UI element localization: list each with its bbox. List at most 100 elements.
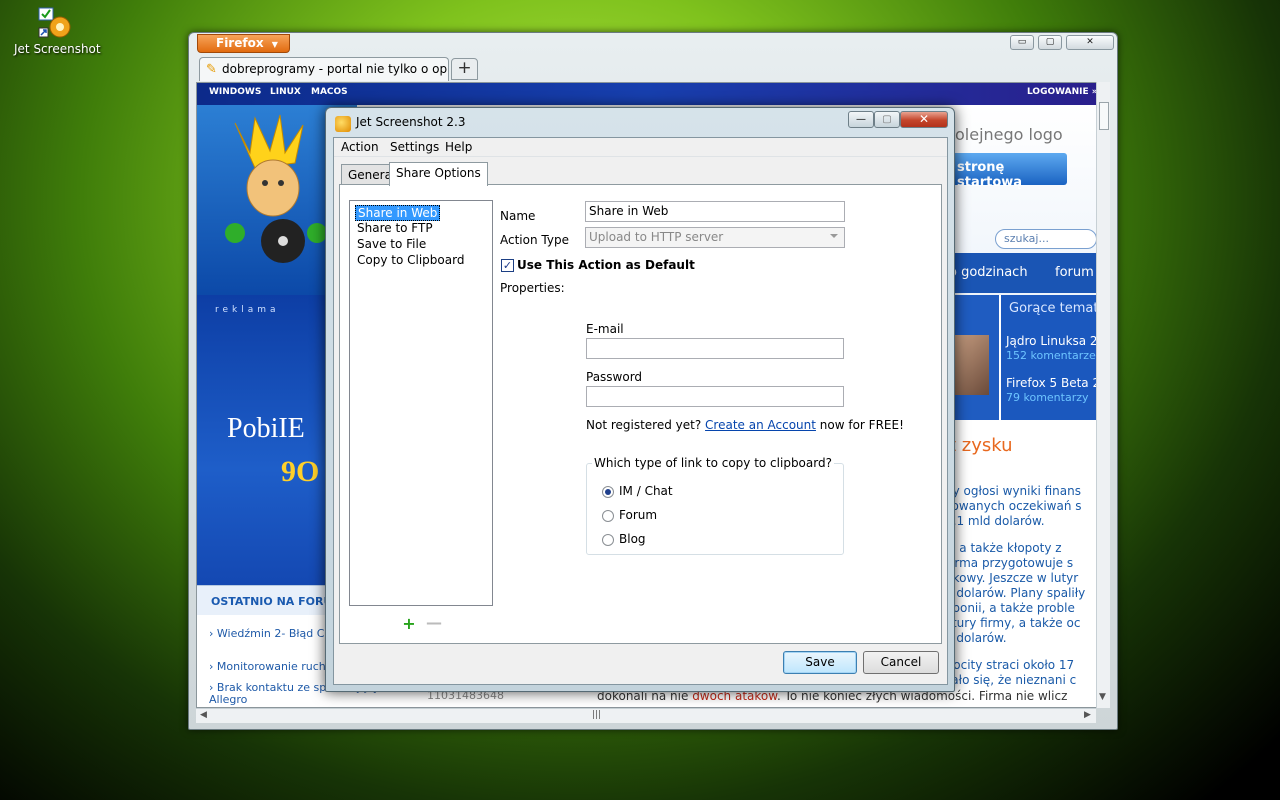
ad-label: reklama [215,305,280,315]
menu-action[interactable]: Action [341,140,379,154]
scroll-down-icon[interactable]: ▼ [1099,692,1106,702]
article-text: riocity straci około 17 [945,658,1075,672]
radio-blog[interactable] [602,534,614,546]
maximize-icon: ▢ [882,114,892,125]
tab-share-options[interactable]: Share Options [389,162,488,186]
minus-icon: — [426,613,442,632]
scroll-thumb[interactable] [1098,102,1109,130]
action-item-share-in-web[interactable]: Share in Web [355,205,441,221]
menu-settings[interactable]: Settings [390,140,439,154]
ad-headline: PobiIE [227,413,305,444]
remove-action-button[interactable]: — [426,615,442,631]
jet-screenshot-title-icon [335,116,351,132]
create-account-link[interactable]: Create an Account [705,418,816,432]
menu-help[interactable]: Help [445,140,472,154]
save-button[interactable]: Save [783,651,857,674]
link-type-group-label: Which type of link to copy to clipboard? [592,456,834,470]
password-field[interactable] [586,386,844,407]
set-homepage-button[interactable]: stronę startową [947,153,1067,190]
site-search-input[interactable]: szukaj... [995,229,1097,249]
site-favicon-icon: ✎ [206,62,217,77]
close-icon: ✕ [918,112,930,126]
scroll-right-icon[interactable]: ▶ [1084,710,1091,720]
article-text: aponii, a także proble [945,601,1075,615]
email-label: E-mail [586,322,624,336]
radio-im-chat[interactable] [602,486,614,498]
radio-forum[interactable] [602,510,614,522]
hot-topic-comments[interactable]: 152 komentarze [1006,349,1096,362]
vertical-scrollbar[interactable]: ▼ [1096,82,1110,708]
news-thumbnail[interactable] [949,335,989,395]
dialog-minimize-button[interactable]: — [848,111,874,128]
article-text: n dolarów. Plany spaliły [945,586,1086,600]
register-text: Not registered yet? Create an Account no… [586,418,904,432]
hot-topics-title: Gorące tematy [1009,301,1107,316]
ad-subheadline: 9O [281,455,320,488]
desktop-icon-jet-screenshot[interactable]: Jet Screenshot [14,6,101,56]
radio-im-chat-label[interactable]: IM / Chat [619,484,673,498]
mascot-logo-icon [225,113,327,263]
article-text: Firma przygotowuje s [945,556,1074,570]
forum-panel-title: OSTATNIO NA FORUM [211,595,344,608]
article-text: 3,1 mld dolarów. [945,514,1045,528]
hot-topic-link[interactable]: Firefox 5 Beta 2 [1006,376,1100,390]
browser-tab[interactable]: ✎ dobreprogramy - portal nie tylko o opr… [199,57,449,81]
nav-link-windows[interactable]: WINDOWS [209,87,261,97]
properties-divider [565,287,935,288]
radio-blog-label[interactable]: Blog [619,532,646,546]
minimize-button[interactable]: ▭ [1010,35,1034,50]
close-window-button[interactable]: ✕ [1066,35,1114,50]
minimize-icon: ▭ [1017,37,1027,47]
cancel-button[interactable]: Cancel [863,651,939,674]
name-label: Name [500,209,536,223]
name-field[interactable]: Share in Web [585,201,845,222]
plus-icon: + [457,58,472,78]
action-item-share-to-ftp[interactable]: Share to FTP [355,221,435,235]
new-tab-button[interactable]: + [451,58,478,80]
dialog-client-area: Action Settings Help General Share Optio… [333,137,948,685]
email-field[interactable] [586,338,844,359]
scroll-thumb-grip-icon[interactable]: ||| [592,710,601,720]
tab-title: dobreprogramy - portal nie tylko o opro.… [222,62,449,76]
section-link-godzinach[interactable]: o godzinach [949,265,1028,280]
article-text: ii, a także kłopoty z [945,541,1062,555]
radio-forum-label[interactable]: Forum [619,508,657,522]
maximize-icon: ▢ [1045,37,1055,47]
dropdown-arrow-icon: ▼ [271,40,278,49]
dialog-title: Jet Screenshot 2.3 [356,115,466,129]
jet-screenshot-dialog: Jet Screenshot 2.3 — ▢ ✕ Action Settings… [325,107,955,692]
action-type-select[interactable]: Upload to HTTP server [585,227,845,248]
article-text: nkowy. Jeszcze w lutyr [945,571,1079,585]
nav-link-linux[interactable]: LINUX [270,87,301,97]
article-heading[interactable]: t zysku [949,435,1013,456]
action-type-value: Upload to HTTP server [589,230,724,244]
action-list[interactable]: Share in Web Share to FTP Save to File C… [349,200,493,606]
article-text: ny ogłosi wyniki finans [945,484,1081,498]
scroll-left-icon[interactable]: ◀ [200,710,207,720]
action-item-save-to-file[interactable]: Save to File [355,237,428,251]
dialog-maximize-button[interactable]: ▢ [874,111,900,128]
share-options-panel: Share in Web Share to FTP Save to File C… [339,184,942,644]
horizontal-scrollbar[interactable]: ◀ ||| ▶ [196,708,1096,723]
checkmark-icon: ✓ [502,259,513,272]
properties-label: Properties: [500,281,565,295]
action-item-copy-to-clipboard[interactable]: Copy to Clipboard [355,253,466,267]
section-link-forum[interactable]: forum [1055,265,1094,280]
login-link[interactable]: LOGOWANIE » [1027,87,1098,97]
close-icon: ✕ [1086,37,1094,47]
desktop-icon-label: Jet Screenshot [14,42,101,56]
forum-post-title: Monitorowanie ruch [216,660,326,673]
hot-topic-comments[interactable]: 79 komentarzy [1006,391,1089,404]
register-suffix: now for FREE! [815,418,904,432]
firefox-menu-button[interactable]: Firefox ▼ [197,34,290,53]
article-text: zało się, że nieznani c [945,673,1077,687]
default-action-checkbox[interactable]: ✓ [501,259,514,272]
maximize-button[interactable]: ▢ [1038,35,1062,50]
default-action-label[interactable]: Use This Action as Default [517,258,695,272]
dialog-close-button[interactable]: ✕ [900,111,948,128]
nav-link-macos[interactable]: MACOS [311,87,348,97]
hero-text: olejnego logo [955,125,1063,144]
firefox-menu-label: Firefox [216,36,264,50]
hot-topic-link[interactable]: Jądro Linuksa 2. [1006,334,1101,348]
add-action-button[interactable]: + [402,616,416,632]
